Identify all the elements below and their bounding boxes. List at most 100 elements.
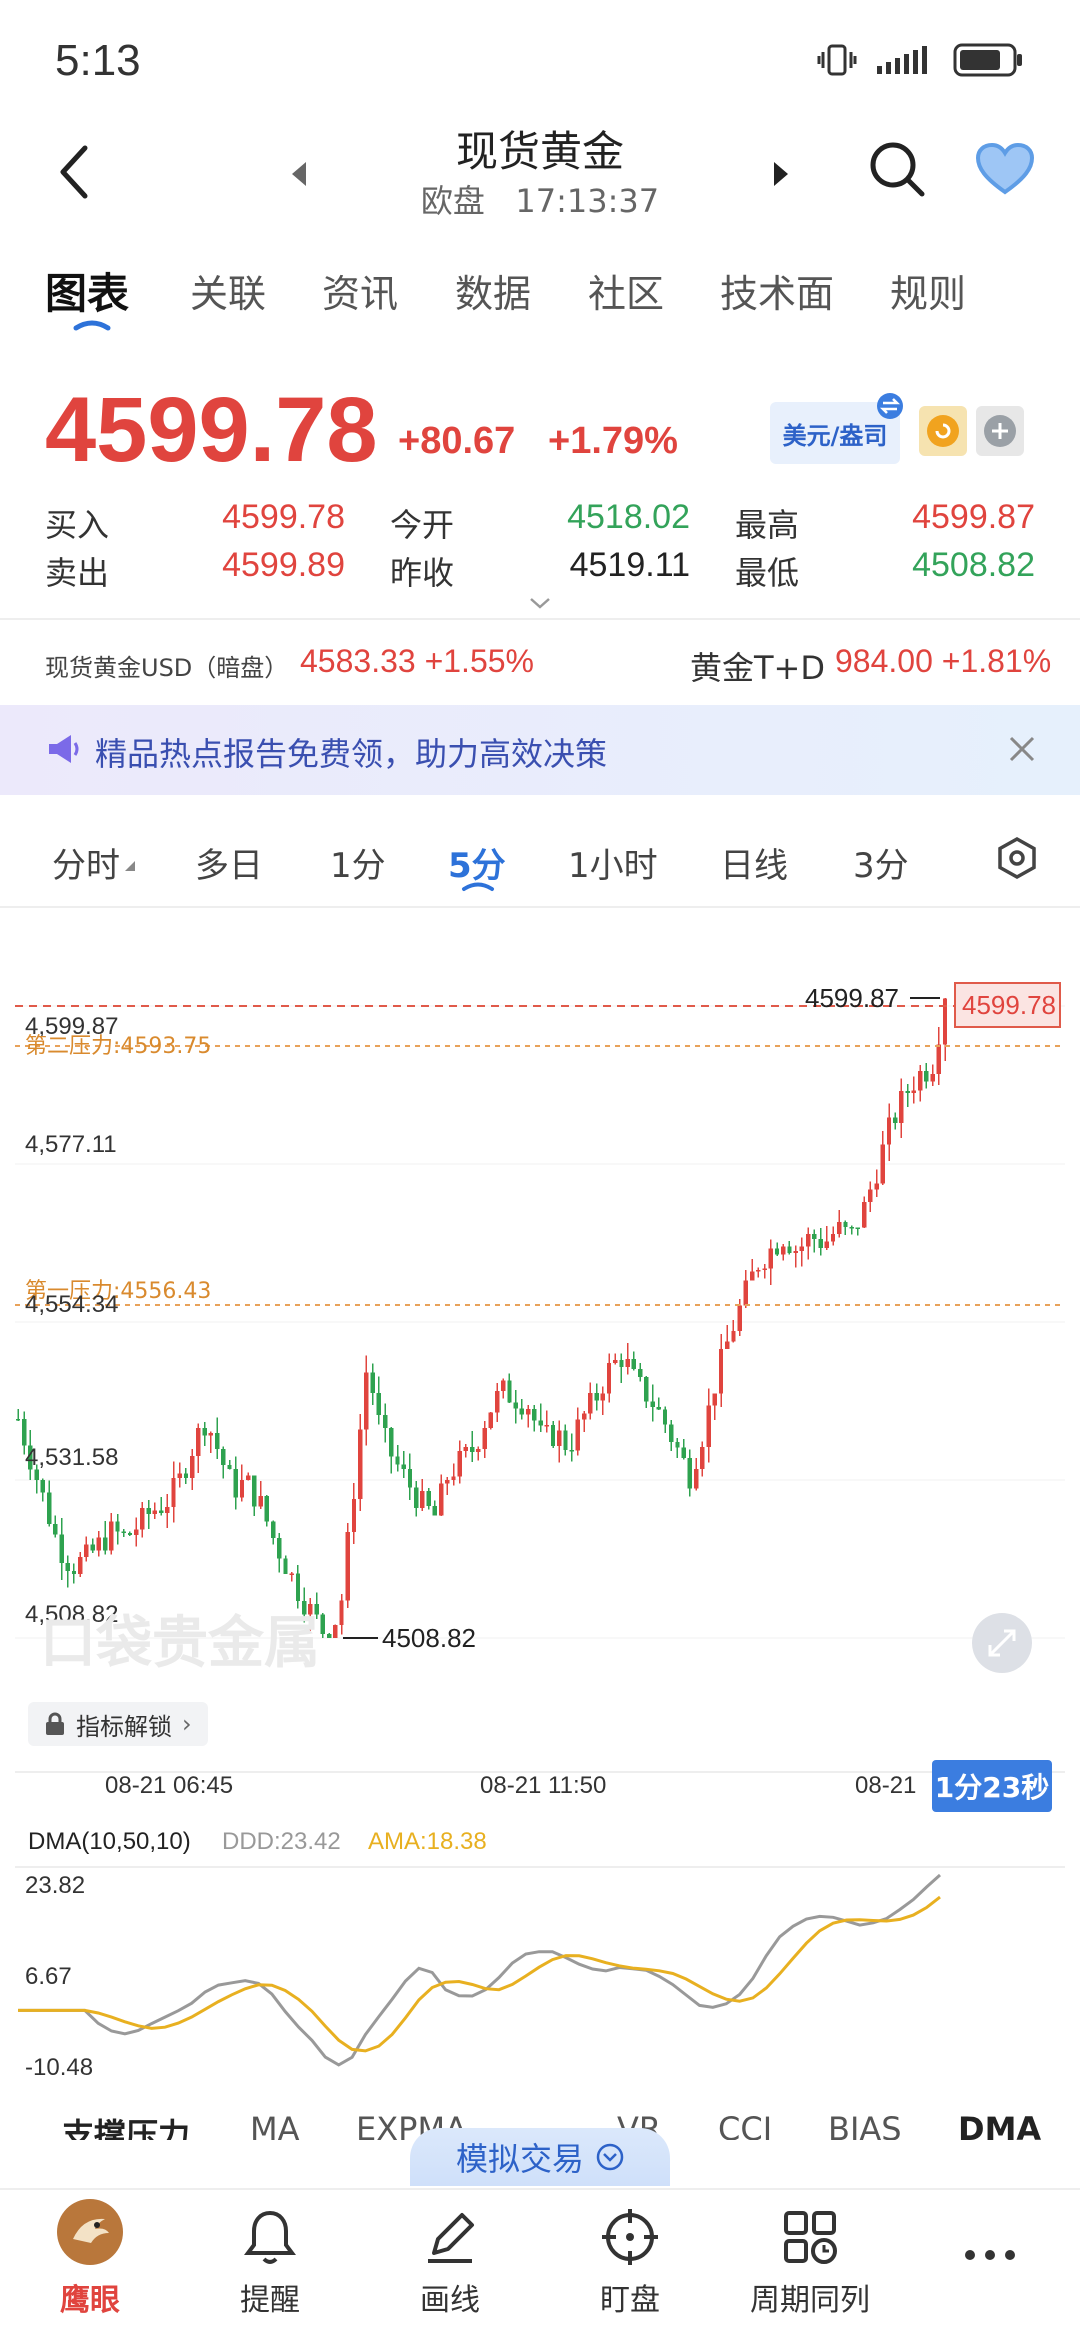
indicator-tab-dma[interactable]: DMA (958, 2110, 1041, 2140)
candle-body (843, 1222, 848, 1227)
sell-value: 4599.89 (222, 546, 345, 584)
candle-body (109, 1521, 114, 1551)
currency-toggle-label: 美元/盎司 (782, 421, 888, 450)
dma-chart[interactable]: 23.82 6.67 -10.48 (0, 1865, 1080, 2080)
exchange-icon[interactable] (975, 405, 1025, 457)
candle-body (861, 1202, 867, 1228)
candle-body (277, 1538, 282, 1559)
dma-ddd-value: DDD:23.42 (222, 1828, 341, 1855)
candle-body (706, 1405, 711, 1448)
related-right-value[interactable]: 984.00 +1.81% (835, 643, 1051, 680)
indicator-unlock-button[interactable]: 指标解锁 › (28, 1702, 208, 1746)
period-tab-intraday[interactable]: 分时 (52, 838, 120, 887)
related-left-value[interactable]: 4583.33 +1.55% (300, 643, 534, 680)
low-marker-label: 4508.82 (382, 1623, 476, 1653)
candle-body (221, 1448, 226, 1465)
candle-body (438, 1483, 444, 1516)
nav-label-eagle-eye: 鹰眼 (60, 2283, 120, 2318)
candle-body (756, 1269, 761, 1272)
nav-more[interactable] (900, 2190, 1080, 2331)
period-tab-daily[interactable]: 日线 (720, 838, 788, 887)
nav-eagle-eye[interactable]: 鹰眼 (0, 2190, 180, 2331)
current-price: 4599.78 (45, 379, 378, 481)
candle-body (669, 1424, 674, 1442)
swap-icon (877, 393, 903, 419)
candle-body (214, 1432, 220, 1449)
session-label: 欧盘 (420, 182, 485, 220)
candle-body (525, 1408, 531, 1415)
nav-draw[interactable]: 画线 (360, 2190, 540, 2331)
megaphone-icon (49, 735, 79, 763)
nav-label-alert: 提醒 (240, 2283, 300, 2318)
active-tab-indicator (73, 320, 111, 331)
candle-body (905, 1090, 910, 1094)
candle-body (171, 1477, 176, 1508)
grid-clock-icon (784, 2211, 837, 2264)
candle-body (488, 1412, 494, 1429)
tab-data[interactable]: 数据 (455, 263, 531, 318)
candle-body (233, 1469, 238, 1498)
indicator-tab-bias[interactable]: BIAS (828, 2110, 902, 2140)
candle-body (413, 1487, 419, 1509)
candle-body (196, 1428, 201, 1457)
candle-countdown: 1分23秒 (932, 1760, 1052, 1812)
candle-body (96, 1537, 102, 1551)
candle-body (550, 1424, 556, 1446)
related-left-name[interactable]: 现货黄金USD（暗盘） (45, 648, 288, 683)
candle-body (818, 1238, 823, 1249)
promo-banner[interactable]: 精品热点报告免费领，助力高效决策 (0, 705, 1080, 795)
candlestick-chart[interactable]: 4,599.87 第二压力:4593.75 4,577.11 第一压力:4556… (0, 910, 1080, 1780)
candle-body (718, 1348, 724, 1394)
next-instrument-icon[interactable] (770, 160, 792, 188)
candle-body (395, 1456, 400, 1465)
nav-alert[interactable]: 提醒 (180, 2190, 360, 2331)
period-tab-1hour[interactable]: 1小时 (568, 838, 658, 887)
period-tab-3min[interactable]: 3分 (853, 838, 909, 887)
indicator-tab-cci[interactable]: CCI (718, 2110, 772, 2140)
candle-body (805, 1233, 811, 1247)
candle-body (407, 1468, 413, 1488)
candle-body (743, 1280, 749, 1306)
candle-body (22, 1419, 27, 1446)
candle-body (787, 1246, 792, 1253)
search-icon[interactable] (868, 140, 926, 200)
candle-body (631, 1359, 637, 1370)
tab-technical[interactable]: 技术面 (720, 263, 834, 318)
tab-news[interactable]: 资讯 (322, 263, 398, 318)
indicator-unlock-label: 指标解锁 (76, 1712, 172, 1741)
candle-body (283, 1558, 288, 1575)
expand-chevron-icon[interactable] (528, 596, 552, 610)
candle-body (190, 1456, 195, 1478)
candle-body (364, 1372, 369, 1430)
favorite-heart-icon[interactable] (975, 142, 1035, 196)
candle-body (737, 1305, 742, 1331)
sim-trade-label: 模拟交易 (455, 2140, 584, 2178)
settings-hexagon-icon[interactable] (995, 836, 1039, 880)
tab-community[interactable]: 社区 (588, 263, 664, 318)
close-icon[interactable] (1008, 735, 1036, 763)
candle-body (494, 1391, 500, 1413)
candle-body (687, 1457, 693, 1489)
tab-chart[interactable]: 图表 (45, 260, 129, 321)
gold-coin-icon[interactable] (918, 405, 968, 457)
candle-body (793, 1250, 798, 1253)
indicator-tab-ma[interactable]: MA (250, 2110, 300, 2140)
indicator-tab-support[interactable]: 支撑压力 (62, 2110, 190, 2140)
nav-label-draw: 画线 (420, 2283, 480, 2318)
tab-related[interactable]: 关联 (190, 263, 266, 318)
sim-trade-button[interactable]: 模拟交易 (410, 2128, 670, 2186)
candle-body (774, 1248, 780, 1255)
candle-body (581, 1413, 587, 1420)
chevron-right-icon: › (182, 1710, 192, 1738)
period-tab-1min[interactable]: 1分 (330, 838, 386, 887)
candle-body (451, 1476, 456, 1481)
top-tabs: 图表 关联 资讯 数据 社区 技术面 规则 (0, 255, 1080, 325)
candle-body (899, 1090, 904, 1123)
tab-rules[interactable]: 规则 (890, 263, 966, 318)
period-tab-multiday[interactable]: 多日 (195, 838, 263, 887)
price-change: +80.67 (398, 420, 516, 462)
candle-body (202, 1428, 207, 1436)
nav-period-compare[interactable]: 周期同列 (720, 2190, 900, 2331)
nav-watch[interactable]: 盯盘 (540, 2190, 720, 2331)
related-right-name[interactable]: 黄金T+D (690, 643, 825, 689)
